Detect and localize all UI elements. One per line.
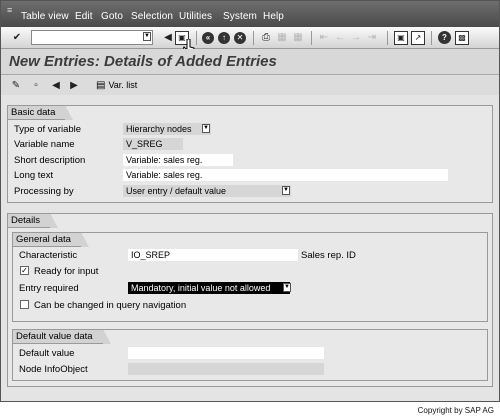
long-text-label: Long text (14, 170, 54, 181)
cancel-icon[interactable]: ✕ (234, 32, 246, 44)
print-icon[interactable]: ⎙ (259, 31, 273, 45)
next-page-icon[interactable]: → (349, 31, 363, 45)
enter-icon[interactable]: ✔ (10, 31, 24, 45)
display-change-icon[interactable]: ✎ (9, 78, 23, 92)
toolbar-separator (311, 31, 312, 45)
default-value-input[interactable] (128, 347, 324, 359)
variable-name-field: V_SREG (123, 138, 183, 150)
copyright-notice: Copyright by SAP AG (417, 406, 494, 415)
type-of-variable-value: Hierarchy nodes (126, 124, 192, 134)
processing-by-field[interactable]: User entry / default value ▼ (123, 185, 291, 197)
command-input[interactable] (32, 31, 142, 44)
back-icon[interactable]: « (202, 32, 214, 44)
menu-goto[interactable]: Goto (101, 11, 123, 22)
characteristic-label: Characteristic (19, 250, 78, 261)
general-data-title: General data (13, 232, 89, 247)
toolbar-separator (253, 31, 254, 45)
help-icon[interactable]: ? (438, 31, 451, 44)
application-toolbar: ✎ ▫ ◀ ▶ ▤ Var. list (1, 75, 499, 95)
sap-window: ≡ Table view Edit Goto Selection Utiliti… (0, 0, 500, 402)
toolbar-separator (431, 31, 432, 45)
node-infoobject-label: Node InfoObject (19, 364, 88, 375)
title-bar: New Entries: Details of Added Entries (1, 49, 499, 75)
entry-required-value: Mandatory, initial value not allowed (131, 283, 271, 293)
last-page-icon[interactable]: ⇥ (365, 31, 379, 45)
general-data-group: General data Characteristic IO_SREP Sale… (12, 232, 488, 322)
default-value-group: Default value data Default value Node In… (12, 329, 488, 381)
var-list-button[interactable]: ▤ Var. list (93, 77, 140, 93)
command-field[interactable]: ▼ (31, 30, 153, 45)
delete-icon[interactable]: ▫ (29, 78, 43, 92)
next-entry-icon[interactable]: ▶ (67, 78, 81, 92)
page-title: New Entries: Details of Added Entries (9, 53, 277, 70)
entry-required-label: Entry required (19, 283, 79, 294)
processing-by-label: Processing by (14, 186, 74, 197)
characteristic-description: Sales rep. ID (301, 250, 356, 261)
menu-bar: ≡ Table view Edit Goto Selection Utiliti… (1, 1, 499, 27)
default-value-title: Default value data (13, 329, 111, 344)
variable-name-label: Variable name (14, 139, 75, 150)
toolbar-separator (387, 31, 388, 45)
list-icon: ▤ (96, 79, 106, 91)
type-of-variable-field[interactable]: Hierarchy nodes ▼ (123, 123, 211, 135)
changeable-in-query-checkbox[interactable] (20, 300, 29, 309)
short-description-label: Short description (14, 155, 86, 166)
find-icon[interactable]: ▦ (275, 31, 289, 45)
var-list-label: Var. list (108, 80, 138, 90)
changeable-in-query-label: Can be changed in query navigation (34, 300, 187, 311)
previous-page-icon[interactable]: ← (333, 31, 347, 45)
menu-system[interactable]: System (223, 11, 257, 22)
details-title: Details (8, 213, 59, 228)
back-arrow-icon[interactable]: ◀ (161, 31, 175, 45)
basic-data-group: Basic data Type of variable Hierarchy no… (7, 105, 493, 203)
layout-icon[interactable]: ▩ (455, 31, 469, 45)
exit-icon[interactable]: ↑ (218, 32, 230, 44)
ready-for-input-label: Ready for input (34, 266, 99, 277)
details-group: Details General data Characteristic IO_S… (7, 213, 493, 387)
create-session-icon[interactable]: ▣ (394, 31, 408, 45)
menu-edit[interactable]: Edit (75, 11, 93, 22)
default-value-label: Default value (19, 348, 75, 359)
entry-required-field[interactable]: Mandatory, initial value not allowed (128, 282, 290, 294)
node-infoobject-field (128, 363, 324, 375)
menu-table-view[interactable]: Table view (21, 11, 69, 22)
previous-entry-icon[interactable]: ◀ (49, 78, 63, 92)
command-dropdown-icon[interactable]: ▼ (143, 32, 151, 41)
long-text-input[interactable]: Variable: sales reg. (123, 169, 448, 181)
system-menu-icon[interactable]: ≡ (7, 5, 12, 15)
menu-help[interactable]: Help (263, 11, 284, 22)
find-next-icon[interactable]: ▦ (291, 31, 305, 45)
basic-data-title: Basic data (8, 105, 74, 120)
menu-selection[interactable]: Selection (131, 11, 173, 22)
entry-required-dropdown-icon[interactable]: ▼ (283, 283, 291, 292)
ready-for-input-checkbox[interactable]: ✓ (20, 266, 29, 275)
characteristic-input[interactable]: IO_SREP (128, 249, 298, 261)
processing-dropdown-icon[interactable]: ▼ (282, 186, 290, 195)
first-page-icon[interactable]: ⇤ (317, 31, 331, 45)
menu-utilities[interactable]: Utilities (179, 11, 212, 22)
type-of-variable-label: Type of variable (14, 124, 82, 135)
processing-by-value: User entry / default value (126, 186, 227, 196)
short-description-input[interactable]: Variable: sales reg. (123, 154, 233, 166)
standard-toolbar: ✔ ▼ ◀ ▣ « ↑ ✕ ⎙ ▦ ▦ ⇤ ← → ⇥ ▣ ↗ ? ▩ (1, 27, 499, 55)
shortcut-icon[interactable]: ↗ (411, 31, 425, 45)
type-dropdown-icon[interactable]: ▼ (202, 124, 210, 133)
